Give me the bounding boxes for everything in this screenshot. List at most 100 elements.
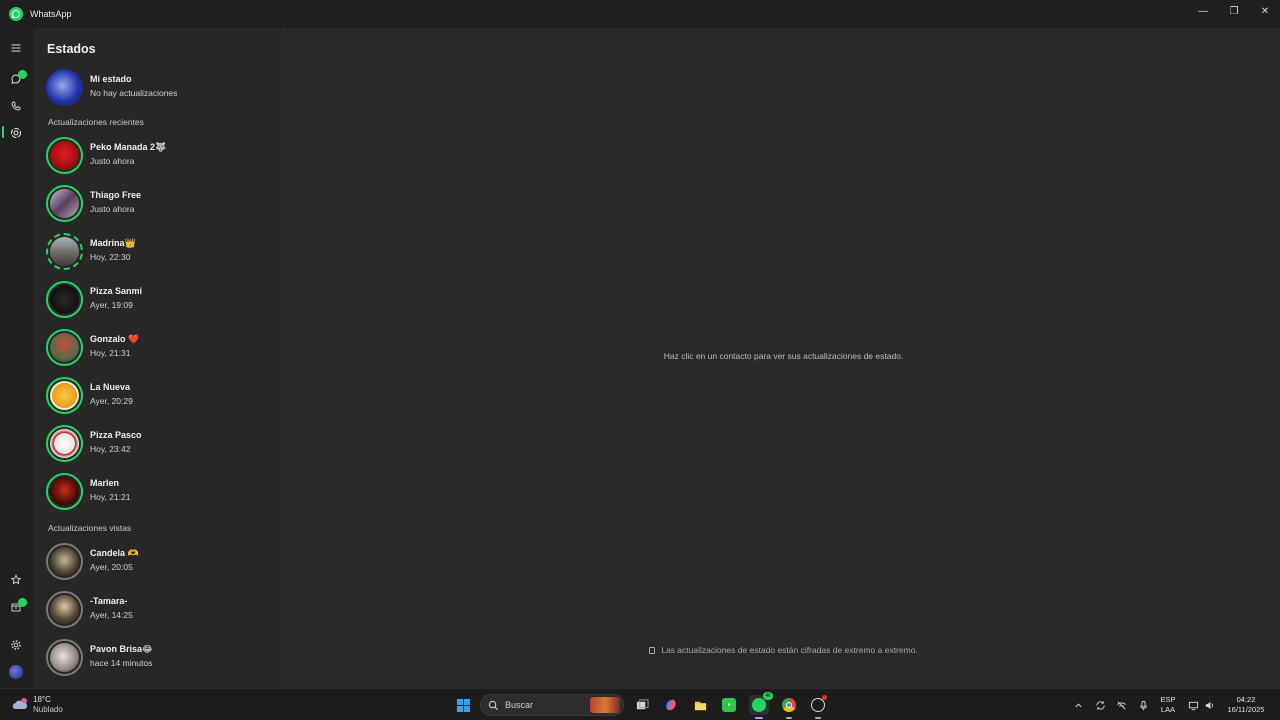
starred-icon[interactable]: [8, 572, 24, 588]
contact-avatar: [46, 425, 83, 462]
clock-date: 16/11/2025: [1227, 705, 1265, 714]
contact-name: Candela 🫶: [90, 548, 139, 558]
status-time: Ayer, 19:09: [90, 300, 133, 310]
my-status-item[interactable]: Mi estado No hay actualizaciones: [45, 68, 275, 108]
windows-taskbar: 18°C Nublado Buscar ● 46 ESP LAA 04:22 1…: [0, 688, 1280, 720]
status-item[interactable]: Marlen Hoy, 21:21: [45, 472, 275, 512]
clock[interactable]: 04:22 16/11/2025: [1222, 695, 1270, 715]
sync-icon[interactable]: [1090, 695, 1110, 715]
maximize-button[interactable]: ❐: [1219, 0, 1249, 22]
minimize-button[interactable]: —: [1188, 0, 1218, 22]
status-icon[interactable]: [8, 125, 24, 141]
contact-name: Gonzalo ❤️: [90, 334, 140, 344]
recent-updates-label: Actualizaciones recientes: [48, 117, 144, 127]
status-time: Justo ahora: [90, 156, 135, 166]
contact-name: Pizza Pasco: [90, 430, 142, 440]
contact-avatar: [46, 543, 83, 580]
keyboard-layout: LAA: [1160, 705, 1176, 714]
contact-avatar: [46, 329, 83, 366]
contact-avatar: [46, 377, 83, 414]
contact-name: Peko Manada 2🐺: [90, 142, 167, 152]
status-time: Hoy, 23:42: [90, 444, 131, 454]
status-item[interactable]: Peko Manada 2🐺 Justo ahora: [45, 136, 275, 176]
status-item[interactable]: Pizza Sanmi Ayer, 19:09: [45, 280, 275, 320]
search-icon: [488, 700, 499, 711]
encryption-text: Las actualizaciones de estado están cifr…: [661, 645, 918, 655]
notification-dot: [822, 695, 827, 700]
encryption-note: Las actualizaciones de estado están cifr…: [287, 645, 1280, 655]
my-avatar: [46, 69, 83, 106]
volume-icon[interactable]: [1199, 695, 1219, 715]
whatsapp-logo-icon: [9, 7, 23, 21]
status-time: Ayer, 20:05: [90, 562, 133, 572]
contact-name: La Nueva: [90, 382, 131, 392]
contact-avatar: [46, 185, 83, 222]
unread-chats-badge: [18, 70, 27, 79]
status-item[interactable]: Madrina👑 Hoy, 22:30: [45, 232, 275, 272]
contact-name: Marlen: [90, 478, 120, 488]
chrome-icon[interactable]: [779, 695, 799, 719]
empty-state-hint: Haz clic en un contacto para ver sus act…: [663, 351, 904, 361]
status-item[interactable]: Thiago Free Justo ahora: [45, 184, 275, 224]
contact-avatar: [46, 233, 83, 270]
app-title: WhatsApp: [30, 9, 72, 19]
contact-name: Pavon Brisa😂: [90, 644, 153, 654]
my-status-name: Mi estado: [90, 74, 132, 84]
profile-avatar[interactable]: [8, 664, 24, 680]
contact-avatar: [46, 137, 83, 174]
status-list-panel: Estados Mi estado No hay actualizaciones…: [33, 28, 286, 688]
running-indicator: [815, 717, 821, 719]
status-time: Ayer, 20:29: [90, 396, 133, 406]
weather-description[interactable]: Nublado: [33, 705, 63, 714]
search-label: Buscar: [505, 700, 534, 710]
copilot-icon[interactable]: [661, 695, 681, 715]
file-explorer-icon[interactable]: [690, 695, 710, 715]
contact-name: -Tamara-: [90, 596, 128, 606]
whatsapp-taskbar-icon[interactable]: 46: [749, 692, 773, 719]
whatsapp-unread-badge: 46: [763, 692, 773, 700]
microphone-icon[interactable]: [1133, 695, 1153, 715]
status-item[interactable]: Candela 🫶 Ayer, 20:05: [45, 542, 275, 582]
running-indicator: [755, 717, 763, 719]
start-button[interactable]: [453, 695, 473, 715]
menu-icon[interactable]: [8, 40, 24, 56]
panel-title: Estados: [47, 42, 96, 56]
status-viewer-area: Haz clic en un contacto para ver sus act…: [287, 28, 1280, 688]
archived-badge: [18, 598, 27, 607]
navigation-rail: [0, 28, 33, 688]
status-item[interactable]: Pizza Pasco Hoy, 23:42: [45, 424, 275, 464]
status-time: Hoy, 22:30: [90, 252, 131, 262]
chevron-up-icon[interactable]: [1068, 695, 1088, 715]
contact-avatar: [46, 281, 83, 318]
viewed-updates-label: Actualizaciones vistas: [48, 523, 132, 533]
status-item[interactable]: La Nueva Ayer, 20:29: [45, 376, 275, 416]
status-item[interactable]: -Tamara- Ayer, 14:25: [45, 590, 275, 630]
steam-icon[interactable]: [808, 695, 828, 719]
calls-icon[interactable]: [8, 98, 24, 114]
running-indicator: [786, 717, 792, 719]
lock-icon: [649, 647, 656, 654]
settings-icon[interactable]: [8, 637, 24, 653]
status-time: Hoy, 21:21: [90, 492, 131, 502]
weather-temperature[interactable]: 18°C: [33, 695, 51, 704]
language-indicator[interactable]: ESP LAA: [1157, 695, 1179, 715]
contact-avatar: [46, 473, 83, 510]
contact-name: Pizza Sanmi: [90, 286, 143, 296]
status-time: Hoy, 21:31: [90, 348, 131, 358]
status-item[interactable]: Gonzalo ❤️ Hoy, 21:31: [45, 328, 275, 368]
contact-avatar: [46, 591, 83, 628]
search-highlight-image: [590, 697, 620, 713]
close-button[interactable]: ✕: [1250, 0, 1280, 22]
task-view-icon[interactable]: [632, 695, 652, 715]
weather-cloud-icon[interactable]: [12, 697, 30, 711]
line-app-icon[interactable]: ●: [719, 695, 739, 715]
contact-name: Thiago Free: [90, 190, 142, 200]
status-item[interactable]: Pavon Brisa😂 hace 14 minutos: [45, 638, 275, 678]
contact-name: Madrina👑: [90, 238, 136, 248]
status-time: Ayer, 14:25: [90, 610, 133, 620]
language-code: ESP: [1160, 695, 1176, 704]
network-off-icon[interactable]: [1111, 695, 1131, 715]
taskbar-search[interactable]: Buscar: [480, 694, 624, 716]
status-time: hace 14 minutos: [90, 658, 153, 668]
my-status-subtitle: No hay actualizaciones: [90, 88, 178, 98]
